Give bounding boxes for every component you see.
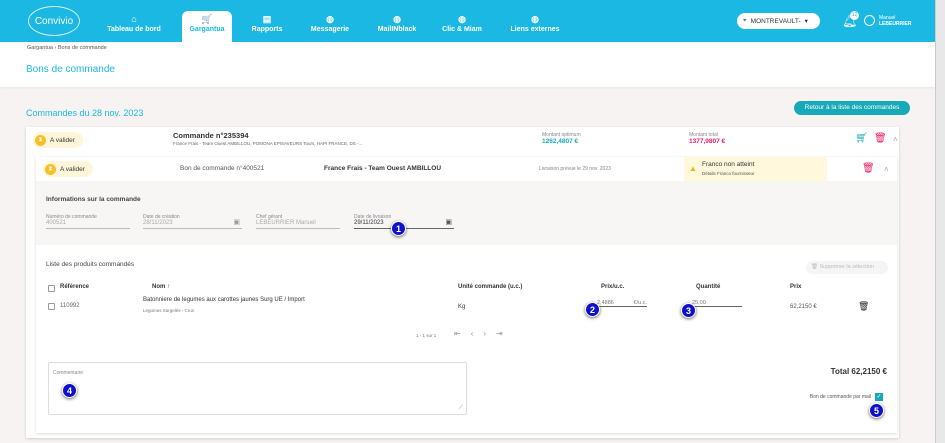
user-name[interactable]: Manuel LEBEURRIER <box>879 15 912 27</box>
globe-icon: ◍ <box>393 14 401 24</box>
col-price[interactable]: Prix <box>790 284 801 290</box>
trash-icon[interactable]: 🗑︎ <box>874 133 887 144</box>
chevron-down-icon: ▾ <box>804 18 808 25</box>
globe-icon: ◍ <box>458 14 466 24</box>
top-header: Convivio ⌂ Tableau de bord 🛒 Gargantua ▤ Ra… <box>0 0 935 42</box>
mail-checkbox[interactable]: ✓ <box>875 393 883 401</box>
page-title: Bons de commande <box>26 64 115 75</box>
map-pin-icon: ⌖ <box>743 17 747 24</box>
nav-mailinblack[interactable]: ◍ MailINblack <box>378 14 417 42</box>
user-avatar-icon[interactable] <box>864 15 875 26</box>
sort-arrow-up-icon: ↑ <box>167 284 171 290</box>
optimum-value: 1262,4807 € <box>542 138 579 145</box>
annotation-marker: 3 <box>681 303 696 318</box>
nav-clic-miam[interactable]: ◍ Clic & Miam <box>442 14 482 42</box>
products-title: Liste des produits commandés <box>46 261 135 268</box>
col-nom[interactable]: Nom ↑ <box>152 284 170 290</box>
resize-handle-icon[interactable]: ⟋ <box>459 405 463 412</box>
total-value: 1377,9807 € <box>689 138 726 145</box>
nav-gargantua[interactable]: 🛒 Gargantua <box>182 11 232 42</box>
purchase-order-card: ⧗ A valider Bon de commande n°400521 Fran… <box>36 157 897 433</box>
chevron-up-icon[interactable]: ˄ <box>884 165 889 174</box>
product-name: Batonniere de legumes aux carottes jaune… <box>143 297 305 303</box>
order-suppliers: France Frais - Team Ouest AMBILLOU, POMO… <box>173 141 363 146</box>
col-price-uc[interactable]: Prix/u.c. <box>601 284 624 290</box>
globe-icon: ◍ <box>531 14 539 24</box>
pagination-controls[interactable]: ⇤‹›⇥ <box>454 329 513 338</box>
select-all-checkbox[interactable] <box>48 285 55 292</box>
info-title: Informations sur la commande <box>46 196 141 203</box>
home-icon: ⌂ <box>131 14 137 24</box>
nav-messagerie[interactable]: ◍ Messagerie <box>311 14 349 42</box>
scrollbar[interactable] <box>935 0 945 443</box>
mail-label: Bon de commande par mail <box>809 394 871 400</box>
breadcrumb[interactable]: Gargantua › Bons de commande <box>27 45 107 51</box>
calendar-icon: ▣ <box>233 219 240 226</box>
globe-icon: ◍ <box>326 14 334 24</box>
pagination-info: 1 - 1 sur 1 <box>416 333 437 338</box>
order-card: ⧗ A valider Commande n°235394 France Frai… <box>26 127 899 438</box>
cart-icon: 🛒 <box>201 14 213 24</box>
notification-count: 12 <box>850 11 859 20</box>
price-uc-input[interactable]: 2,4886 €/u.c. <box>597 300 647 307</box>
creation-date-field: Date de création 28/11/2023 ▣ <box>143 214 242 229</box>
delivery-date: Livraison prévue le 29 nov. 2023 <box>539 166 611 172</box>
annotation-marker: 4 <box>62 383 77 398</box>
annotation-marker: 5 <box>869 403 884 418</box>
clipboard-icon: ▤ <box>262 14 272 24</box>
po-supplier: France Frais - Team Ouest AMBILLOU <box>324 165 442 172</box>
po-total: Total 62,2150 € <box>830 367 887 376</box>
warning-icon: ▲ <box>689 164 697 173</box>
convivio-logo[interactable]: Convivio <box>28 6 80 36</box>
location-select[interactable]: ⌖ MONTREVAULT- ▾ <box>737 13 820 29</box>
po-title: Bon de commande n°400521 <box>180 165 265 172</box>
status-badge: ⧗ A valider <box>33 132 83 148</box>
nav-rapports[interactable]: ▤ Rapports <box>252 14 283 42</box>
col-reference[interactable]: Référence <box>60 284 89 290</box>
po-status-badge: ⧗ A valider <box>43 161 93 177</box>
annotation-marker: 1 <box>391 221 406 236</box>
franco-warning[interactable]: ▲ Franco non atteint Détails Franco four… <box>684 157 827 181</box>
cart-icon[interactable]: 🛒︎ <box>855 133 868 144</box>
nav-liens-externes[interactable]: ◍ Liens externes <box>510 14 559 42</box>
calendar-icon[interactable]: ▣ <box>445 218 452 226</box>
trash-icon: 🗑︎ <box>811 264 818 270</box>
section-title: Commandes du 28 nov. 2023 <box>26 108 144 118</box>
chevron-up-icon[interactable]: ˄ <box>893 135 898 144</box>
col-quantity[interactable]: Quantité <box>696 284 720 290</box>
order-info-section: Informations sur la commande Numéro de c… <box>36 181 897 245</box>
delete-selection-button[interactable]: 🗑︎ Supprimer la sélection <box>806 261 888 274</box>
back-to-list-button[interactable]: Retour à la liste des commandes <box>794 101 910 115</box>
hourglass-icon: ⧗ <box>45 163 56 175</box>
order-title: Commande n°235394 <box>173 131 249 140</box>
comment-textarea[interactable]: Commentaire ⟋ <box>48 362 467 415</box>
annotation-marker: 2 <box>585 302 600 317</box>
row-checkbox[interactable] <box>48 303 55 310</box>
trash-icon[interactable]: 🗑︎ <box>862 163 875 174</box>
hourglass-icon: ⧗ <box>35 134 46 146</box>
col-unit[interactable]: Unité commande (u.c.) <box>458 284 522 290</box>
order-number-field: Numéro de commande 400521 <box>46 214 130 229</box>
chef-field: Chef gérant LEBEURRIER Manuel <box>256 214 340 229</box>
trash-icon[interactable]: 🗑︎ <box>858 301 869 312</box>
nav-tableau-de-bord[interactable]: ⌂ Tableau de bord <box>107 14 161 42</box>
page-header: Gargantua › Bons de commande Bons de com… <box>0 42 935 87</box>
quantity-input[interactable]: 25,00 <box>692 300 742 307</box>
